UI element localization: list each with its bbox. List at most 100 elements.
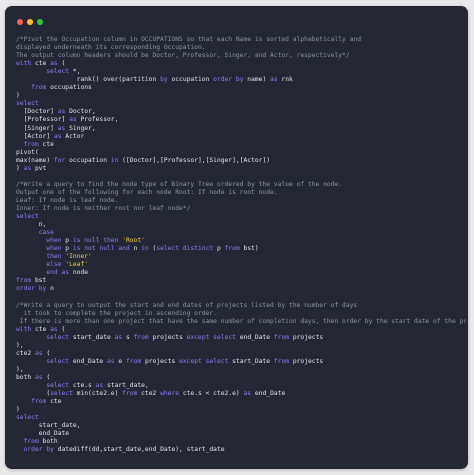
code-text: cte.s < cte2.e) <box>179 390 244 398</box>
code-text: end_Date <box>251 390 286 398</box>
code-text: p <box>61 245 73 253</box>
code-keyword: from <box>273 333 290 341</box>
code-line: from cte <box>16 398 466 406</box>
code-line: case <box>16 229 466 237</box>
code-text: start_date, <box>16 422 81 430</box>
code-keyword: order by <box>23 446 54 454</box>
code-text: bst) <box>239 245 259 253</box>
code-line: pivot( <box>16 149 466 157</box>
window-titlebar <box>5 6 468 34</box>
code-keyword: else <box>46 261 62 269</box>
code-line: when p is null then 'Root' <box>16 237 466 245</box>
code-text: occupation <box>65 156 111 164</box>
code-keyword: select <box>16 414 39 422</box>
code-keyword: except select <box>186 333 236 341</box>
code-keyword: as <box>50 325 58 333</box>
code-line: /*Write a query to output the start and … <box>16 302 466 310</box>
code-text: ( <box>57 60 66 68</box>
code-text: n <box>46 285 54 293</box>
code-text: name) <box>243 76 271 84</box>
code-keyword: is null then <box>72 237 119 245</box>
minimize-button[interactable] <box>27 19 33 25</box>
code-line: cte2 as ( <box>16 350 466 358</box>
code-comment: The output column headers should be Doct… <box>16 52 350 60</box>
code-keyword: then <box>46 253 62 261</box>
code-text: occupation <box>167 76 214 84</box>
code-text: Doctor, <box>65 108 96 116</box>
code-keyword: as <box>69 116 77 124</box>
code-keyword: select <box>16 100 39 108</box>
code-line: /*Write a query to find the node type of… <box>16 181 466 189</box>
code-string: 'Leaf' <box>65 261 89 269</box>
code-line: /*Pivot the Occupation column in OCCUPAT… <box>16 36 466 44</box>
code-line: from both <box>16 438 466 446</box>
code-keyword: select <box>46 333 70 341</box>
code-text: rank() over(partition <box>16 76 161 84</box>
code-line: Inner: If node is neither root nor leaf … <box>16 205 466 213</box>
close-button[interactable] <box>17 19 23 25</box>
code-line: select start_date as s from projects exc… <box>16 334 466 342</box>
code-editor[interactable]: /*Pivot the Occupation column in OCCUPAT… <box>16 36 466 469</box>
code-text: [Actor] <box>16 132 54 140</box>
code-keyword: from <box>23 438 39 446</box>
code-line: The output column headers should be Doct… <box>16 52 466 60</box>
code-keyword: from <box>31 398 47 406</box>
code-text: pvt <box>31 164 47 172</box>
code-text: max(name) <box>16 156 54 164</box>
code-line: select end_Date as e from projects excep… <box>16 358 466 366</box>
code-text: cte2 <box>16 349 35 357</box>
code-text: end_Date <box>16 430 70 438</box>
code-text: end_Date <box>235 333 274 341</box>
code-comment: /*Pivot the Occupation column in OCCUPAT… <box>16 36 361 43</box>
maximize-button[interactable] <box>37 19 43 25</box>
code-line: else 'Leaf' <box>16 261 466 269</box>
code-keyword: select distinct <box>156 245 214 253</box>
code-keyword: as <box>107 357 115 365</box>
code-line: max(name) for occupation in ([Doctor],[P… <box>16 157 466 165</box>
code-keyword: where <box>160 390 180 398</box>
code-keyword: when <box>46 237 62 245</box>
code-line: with cte as ( <box>16 60 466 68</box>
code-string: 'Root' <box>122 237 145 245</box>
code-text: ( <box>57 325 66 333</box>
code-line: ) as pvt <box>16 165 466 173</box>
code-line: ) <box>16 92 466 100</box>
code-keyword: for <box>53 156 66 164</box>
code-text: s <box>122 333 134 341</box>
code-line: If there is more than one project that h… <box>16 318 466 326</box>
code-text: projects <box>148 333 187 341</box>
code-text: start_Date <box>228 357 274 365</box>
code-text: both <box>16 373 35 381</box>
code-line: select <box>16 213 466 221</box>
code-comment: displayed underneath its corresponding O… <box>16 44 206 52</box>
code-text: Professor, <box>76 116 119 124</box>
code-keyword: as <box>34 349 43 357</box>
code-line: order by n <box>16 285 466 293</box>
code-text: [Singer] <box>16 124 58 132</box>
code-text: ( <box>16 390 51 398</box>
code-line: from bst <box>16 277 466 285</box>
code-text: projects <box>141 357 180 365</box>
code-text: ), <box>16 341 24 349</box>
code-line: from occupations <box>16 84 466 92</box>
code-text: p <box>213 245 225 253</box>
code-text: both <box>38 438 58 446</box>
code-text: [Doctor] <box>16 108 58 116</box>
code-text: projects <box>289 357 324 365</box>
code-text: datediff(dd,start_date,end_Date), start_… <box>53 446 225 454</box>
code-keyword: end as <box>46 269 70 277</box>
code-text: start_date <box>69 333 115 341</box>
code-line: then 'Inner' <box>16 253 466 261</box>
code-keyword: when <box>46 245 62 253</box>
code-keyword: select <box>16 213 39 221</box>
code-text: cte2 <box>137 390 161 398</box>
code-keyword: select <box>46 357 70 365</box>
code-text: ([Doctor],[Professor],[Singer],[Actor]) <box>118 156 271 164</box>
code-line: ) <box>16 406 466 414</box>
